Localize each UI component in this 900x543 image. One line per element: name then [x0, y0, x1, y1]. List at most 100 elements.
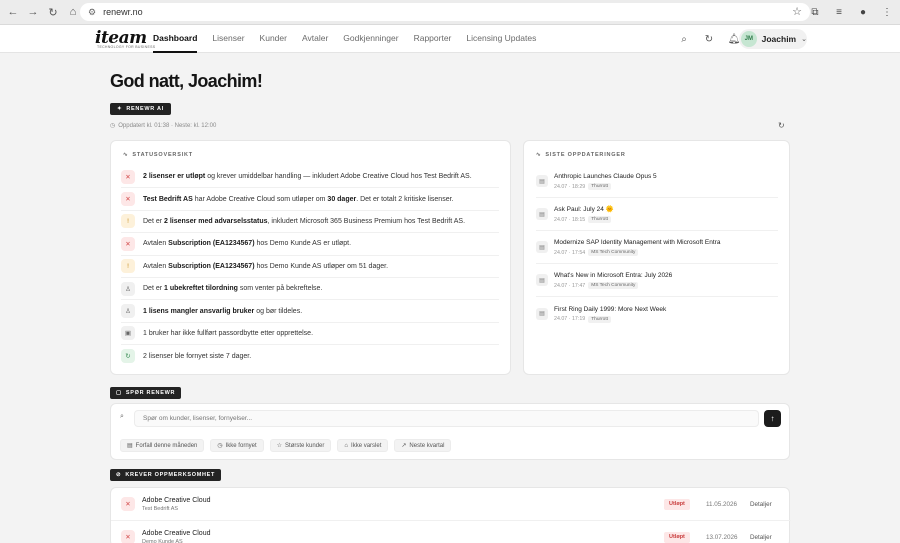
nav-kunder[interactable]: Kunder — [260, 25, 287, 53]
update-item[interactable]: ▤ Modernize SAP Identity Management with … — [536, 231, 778, 264]
refresh-icon[interactable]: ↻ — [778, 121, 785, 130]
site-settings-icon[interactable]: ⚙ — [88, 7, 96, 18]
status-row[interactable]: ! Avtalen Subscription (EA1234567) hos De… — [121, 256, 499, 278]
bookmark-star-icon[interactable]: ☆ — [792, 5, 802, 18]
status-row[interactable]: ♙ Det er 1 ubekreftet tilordning som vent… — [121, 278, 499, 301]
status-row[interactable]: ✕ 2 lisenser er utløpt og krever umiddelb… — [121, 166, 499, 189]
status-amber-icon: ! — [121, 259, 135, 274]
address-bar[interactable]: ⚙ renewr.no ☆ — [80, 3, 810, 21]
update-content: Ask Paul: July 24 🌞 24.07 · 18:15 Thurrott — [554, 205, 614, 223]
status-highlight: 1 ubekreftet tilordning — [164, 285, 238, 293]
suggestion-chip[interactable]: ▤ Forfall denne måneden — [120, 439, 205, 452]
update-title[interactable]: First Ring Daily 1999: More Next Week — [554, 305, 666, 315]
renewr-ai-button[interactable]: ✦ RENEWR AI — [110, 103, 171, 115]
search-icon[interactable]: ⌕ — [676, 31, 692, 47]
user-menu[interactable]: JM Joachim ⌄ — [739, 29, 807, 49]
status-text-part: Det er — [143, 217, 165, 225]
status-text-part: Avtalen — [143, 262, 169, 270]
status-row[interactable]: ▣ 1 bruker har ikke fullført passordbytte… — [121, 323, 499, 346]
chip-label: Ikke fornyet — [225, 442, 257, 449]
renewr-ai-label: RENEWR AI — [126, 106, 164, 112]
chip-label: Ikke varslet — [351, 442, 382, 449]
nav-godkjenninger[interactable]: Godkjenninger — [343, 25, 398, 53]
attention-content: Adobe Creative Cloud Test Bedrift AS — [142, 496, 211, 512]
update-source-badge: Thurrott — [588, 183, 612, 190]
status-text: 1 bruker har ikke fullført passordbytte … — [143, 330, 313, 337]
nav-licensing-updates[interactable]: Licensing Updates — [466, 25, 536, 53]
update-content: First Ring Daily 1999: More Next Week 24.… — [554, 305, 666, 323]
update-title[interactable]: Modernize SAP Identity Management with M… — [554, 238, 720, 248]
status-text: 2 lisenser ble fornyet siste 7 dager. — [143, 353, 251, 360]
update-title[interactable]: What's New in Microsoft Entra: July 2026 — [554, 271, 672, 281]
profile-icon[interactable]: ● — [854, 3, 872, 21]
update-item[interactable]: ▤ First Ring Daily 1999: More Next Week 24… — [536, 297, 778, 330]
attention-row[interactable]: ✕ Adobe Creative Cloud Test Bedrift AS Utlø… — [111, 488, 791, 521]
status-text-part: 2 lisenser ble fornyet siste 7 dager. — [143, 352, 252, 360]
update-time: 24.07 · 17:54 — [554, 249, 586, 256]
status-highlight: Subscription (EA1234567) — [168, 262, 255, 270]
document-icon: ▤ — [536, 208, 548, 220]
update-source-badge: MS Tech Community — [588, 282, 639, 289]
status-text: Test Bedrift AS har Adobe Creative Cloud… — [143, 196, 453, 203]
update-item[interactable]: ▤ What's New in Microsoft Entra: July 202… — [536, 264, 778, 297]
update-item[interactable]: ▤ Anthropic Launches Claude Opus 5 24.07 ·… — [536, 165, 778, 198]
attention-content: Adobe Creative Cloud Demo Kunde AS — [142, 529, 211, 543]
chip-icon: ☆ — [276, 443, 283, 449]
update-title[interactable]: Ask Paul: July 24 🌞 — [554, 205, 614, 215]
status-highlight: 2 lisenser med advarselsstatus — [164, 217, 268, 225]
status-row[interactable]: ↻ 2 lisenser ble fornyet siste 7 dager. — [121, 345, 499, 367]
status-text-part: og bør tildeles. — [254, 307, 303, 315]
expired-icon: ✕ — [121, 530, 135, 543]
extensions-icon[interactable]: ⧉ — [806, 3, 824, 21]
nav-dashboard[interactable]: Dashboard — [153, 25, 198, 53]
status-highlight: Test Bedrift AS — [143, 195, 193, 203]
update-source-badge: Thurrott — [588, 216, 612, 223]
suggestion-chips: ▤ Forfall denne måneden ◷ Ikke fornyet ☆ Stør… — [120, 439, 452, 452]
ask-card: ⌕ ↑ ▤Forfall denne måneden ◷Ikke fornyet ☆… — [110, 403, 790, 460]
status-overview-card: ∿ STATUSOVERSIKT ✕ 2 lisenser er utløpt o… — [110, 140, 511, 375]
details-button[interactable]: Detaljer — [750, 534, 772, 541]
browser-menu-icon[interactable]: ⋮ — [878, 3, 896, 21]
status-row[interactable]: ✕ Test Bedrift AS har Adobe Creative Clou… — [121, 188, 499, 211]
nav-lisenser[interactable]: Lisenser — [212, 25, 244, 53]
nav-rapporter[interactable]: Rapporter — [414, 25, 452, 53]
update-content: Anthropic Launches Claude Opus 5 24.07 · … — [554, 172, 657, 190]
pulse-icon: ∿ — [536, 152, 542, 158]
status-overview-title: STATUSOVERSIKT — [132, 152, 193, 158]
avatar: JM — [741, 31, 757, 47]
expiry-date: 13.07.2026 — [706, 533, 738, 541]
back-icon[interactable]: ← — [4, 3, 22, 21]
attention-row[interactable]: ✕ Adobe Creative Cloud Demo Kunde AS Utløpt… — [111, 521, 791, 543]
customer-name: Demo Kunde AS — [142, 539, 183, 543]
media-icon[interactable]: ≡ — [830, 3, 848, 21]
suggestion-chip[interactable]: ⌂ Ikke varslet — [337, 439, 389, 452]
nav-avtaler[interactable]: Avtaler — [302, 25, 328, 53]
status-text-part: . Det er totalt 2 kritiske lisenser. — [356, 195, 454, 203]
latest-updates-card: ∿ SISTE OPPDATERINGER ▤ Anthropic Launche… — [523, 140, 790, 375]
suggestion-chip[interactable]: ☆ Største kunder — [269, 439, 332, 452]
details-button[interactable]: Detaljer — [750, 501, 772, 508]
reload-icon[interactable]: ↻ — [44, 3, 62, 21]
sync-icon[interactable]: ↻ — [701, 31, 717, 47]
status-row[interactable]: ✕ Avtalen Subscription (EA1234567) hos De… — [121, 233, 499, 256]
update-meta: 24.07 · 17:19 Thurrott — [554, 315, 666, 323]
status-row[interactable]: ♙ 1 lisens mangler ansvarlig bruker og bø… — [121, 300, 499, 323]
send-button[interactable]: ↑ — [764, 410, 781, 427]
ask-input[interactable] — [134, 410, 759, 427]
main-nav: Dashboard Lisenser Kunder Avtaler Godkjennin… — [153, 25, 551, 53]
update-title[interactable]: Anthropic Launches Claude Opus 5 — [554, 172, 657, 182]
latest-updates-title: SISTE OPPDATERINGER — [545, 152, 626, 158]
status-badge: Utløpt — [664, 498, 690, 510]
browser-toolbar: ← → ↻ ⌂ ⚙ renewr.no ☆ ⧉ ≡ ● ⋮ — [0, 0, 900, 25]
suggestion-chip[interactable]: ↗ Neste kvartal — [394, 439, 452, 452]
status-text-part: Det er — [143, 285, 165, 293]
status-text: Avtalen Subscription (EA1234567) hos Dem… — [143, 263, 388, 270]
status-row[interactable]: ! Det er 2 lisenser med advarselsstatus, … — [121, 211, 499, 234]
update-item[interactable]: ▤ Ask Paul: July 24 🌞 24.07 · 18:15 Thurrot… — [536, 198, 778, 231]
update-content: What's New in Microsoft Entra: July 2026… — [554, 271, 672, 289]
sparkle-icon: ✦ — [117, 106, 123, 112]
ask-renewr-label: ▢ SPØR RENEWR — [110, 387, 182, 399]
suggestion-chip[interactable]: ◷ Ikke fornyet — [210, 439, 264, 452]
forward-icon[interactable]: → — [24, 3, 42, 21]
status-highlight: 1 lisens mangler ansvarlig bruker — [143, 307, 255, 315]
